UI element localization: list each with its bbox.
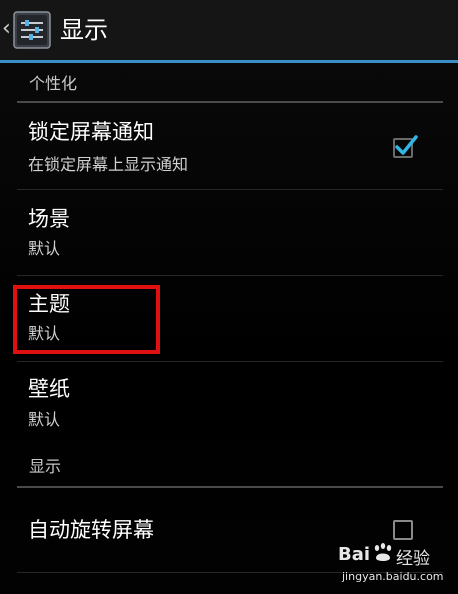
- section-header-display: 显示: [29, 457, 62, 476]
- watermark-logo-text: Bai: [338, 544, 371, 565]
- up-navigation-icon[interactable]: ‹: [2, 18, 11, 40]
- settings-screen: ‹ 显示 个性化 锁定屏幕通知 在锁定屏幕上显示通知 场景 默认 主题 默认 壁…: [0, 0, 458, 594]
- section-header-personalization: 个性化: [29, 74, 78, 93]
- setting-item-summary: 默认: [28, 410, 61, 429]
- checkmark-icon: [395, 135, 418, 155]
- row-divider: [17, 361, 443, 362]
- setting-item-title: 场景: [28, 207, 70, 231]
- action-bar-accent-line: [0, 60, 458, 63]
- row-divider: [17, 189, 443, 190]
- annotation-highlight-box: [13, 285, 160, 354]
- setting-item-title: 壁纸: [28, 377, 70, 401]
- row-divider: [17, 275, 443, 276]
- section-divider: [17, 101, 443, 103]
- lockscreen-notifications-checkbox[interactable]: [393, 135, 418, 158]
- setting-item-summary: 在锁定屏幕上显示通知: [28, 155, 189, 174]
- section-divider: [17, 486, 443, 488]
- watermark-logo-text-2: 经验: [396, 549, 430, 569]
- setting-item-title: 自动旋转屏幕: [28, 518, 154, 542]
- paw-icon: [374, 543, 392, 561]
- watermark-url: jingyan.baidu.com: [342, 570, 444, 583]
- baidu-jingyan-watermark: Bai 经验 jingyan.baidu.com: [336, 540, 454, 590]
- page-title: 显示: [60, 16, 108, 44]
- display-settings-icon[interactable]: [13, 11, 51, 49]
- setting-item-summary: 默认: [28, 239, 61, 258]
- auto-rotate-checkbox[interactable]: [393, 520, 413, 540]
- action-bar: ‹ 显示: [0, 0, 458, 62]
- setting-item-title: 锁定屏幕通知: [28, 120, 154, 144]
